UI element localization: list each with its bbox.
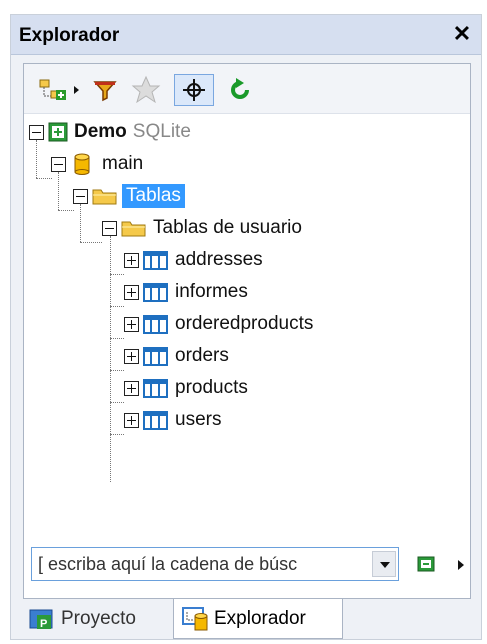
expand-icon[interactable] [124,380,139,396]
refresh-icon [231,78,249,99]
table-name: orders [175,345,229,366]
connection-name: Demo [74,121,127,142]
tables-folder-label: Tablas [122,184,185,208]
tree-node-connection[interactable]: Demo SQLite [29,118,191,146]
search-options-button[interactable] [415,553,439,577]
more-options-button[interactable] [451,553,471,577]
tree-node-table[interactable]: orderedproducts [124,310,313,338]
collapse-icon[interactable] [29,124,44,140]
connection-type: SQLite [132,121,191,142]
table-icon [143,347,168,366]
tree-node-schema[interactable]: main [51,150,143,178]
chevron-right-icon [458,560,464,570]
tab-project-label: Proyecto [61,608,136,629]
explorer-content: Demo SQLite main Tablas Tablas de usuari… [23,63,471,599]
table-icon [143,283,168,302]
svg-text:P: P [40,618,47,630]
filter-icon [93,81,117,102]
explorer-icon [182,606,208,630]
schema-name: main [102,153,144,174]
add-connection-icon [39,79,79,100]
table-icon [143,379,168,398]
table-name: users [175,409,222,430]
tree-node-table[interactable]: orders [124,342,229,370]
favorites-button[interactable] [128,74,164,106]
tree-node-table[interactable]: informes [124,278,248,306]
table-name: orderedproducts [175,313,314,334]
tab-explorer-label: Explorador [214,607,306,629]
table-name: products [175,377,248,398]
search-input[interactable] [38,552,368,576]
folder-icon [121,221,146,237]
collapse-icon[interactable] [73,188,88,204]
locate-button[interactable] [174,74,214,106]
refresh-button[interactable] [222,74,258,106]
table-name: informes [175,281,248,302]
folder-icon [92,189,117,205]
explorer-panel: Explorador ✕ Demo SQLite main Tablas Tab… [10,14,482,640]
tab-explorer[interactable]: Explorador [173,599,343,639]
expand-icon[interactable] [124,316,139,332]
collapse-icon[interactable] [51,156,66,172]
table-icon [143,315,168,334]
chevron-down-icon[interactable] [372,551,396,577]
expand-icon[interactable] [124,348,139,364]
schema-cylinder-icon [74,153,90,175]
add-connection-button[interactable] [38,74,82,106]
tree-node-tables-folder[interactable]: Tablas [73,182,185,210]
tree-node-user-tables-folder[interactable]: Tablas de usuario [102,214,302,242]
expand-icon[interactable] [124,412,139,428]
user-tables-folder-label: Tablas de usuario [153,217,302,238]
filter-button[interactable] [90,74,120,106]
tree-node-table[interactable]: addresses [124,246,263,274]
table-icon [143,251,168,270]
project-icon: P [29,609,53,630]
favorites-star-icon [131,75,161,104]
table-icon [143,411,168,430]
search-box [31,547,399,581]
collapse-icon[interactable] [102,220,117,236]
object-tree: Demo SQLite main Tablas Tablas de usuari… [24,118,470,498]
expand-icon[interactable] [124,252,139,268]
database-connection-icon [48,122,68,142]
close-icon[interactable]: ✕ [449,21,475,47]
tab-project[interactable]: P Proyecto [25,599,173,639]
panel-title: Explorador [19,25,120,46]
locate-crosshair-icon [183,79,205,101]
panel-tabs: P Proyecto Explorador [11,599,481,641]
panel-titlebar: Explorador ✕ [11,15,481,55]
tree-node-table[interactable]: products [124,374,248,402]
tree-node-table[interactable]: users [124,406,221,434]
expand-icon[interactable] [124,284,139,300]
table-name: addresses [175,249,263,270]
explorer-toolbar [24,64,470,114]
search-options-icon [417,556,435,572]
